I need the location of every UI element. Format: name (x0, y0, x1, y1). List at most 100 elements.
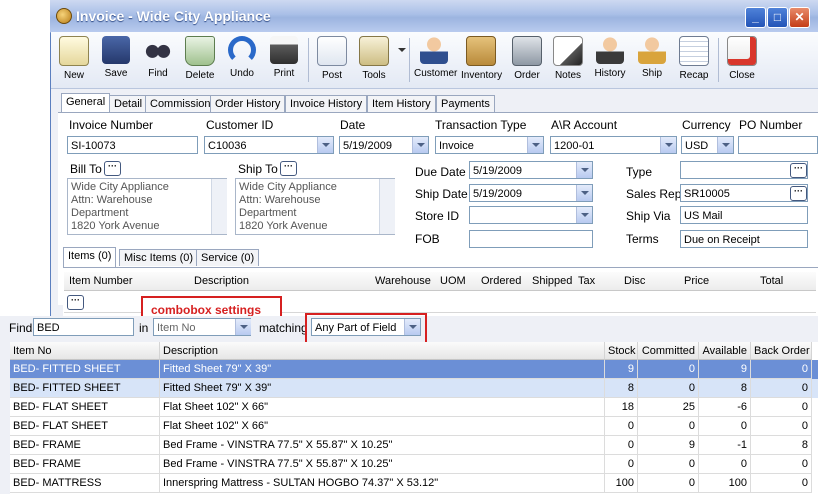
tab-general[interactable]: General (61, 93, 111, 113)
ship-button[interactable]: Ship (632, 34, 672, 86)
find-button[interactable]: Find (138, 34, 178, 86)
customer-button[interactable]: Customer (414, 34, 457, 86)
invoice-number-field[interactable]: SI-10073 (67, 136, 198, 154)
results-row[interactable]: BED- FITTED SHEET Fitted Sheet 79" X 39" 9… (10, 360, 818, 379)
sales-rep-lookup-button[interactable]: ··· (790, 186, 807, 201)
transaction-type-dropdown-icon[interactable] (527, 137, 543, 153)
item-number-header[interactable]: Item Number (69, 273, 133, 289)
tab-order-history[interactable]: Order History (210, 95, 286, 112)
item-no-cell: BED- FLAT SHEET (10, 398, 160, 417)
minimize-button[interactable]: _ (745, 7, 766, 28)
tax-header[interactable]: Tax (578, 273, 595, 289)
inventory-button[interactable]: Inventory (461, 34, 502, 86)
available-cell: -1 (699, 436, 751, 455)
results-column-stock[interactable]: Stock (605, 342, 638, 360)
type-field[interactable] (680, 161, 808, 179)
results-row[interactable]: BED- MATTRESS Innerspring Mattress - SULT… (10, 474, 818, 493)
close-window-button[interactable]: ✕ (789, 7, 810, 28)
results-column-item-no[interactable]: Item No (10, 342, 160, 360)
ship-to-line: Wide City Appliance (239, 181, 337, 193)
results-column-back-order[interactable]: Back Order (751, 342, 812, 360)
customer-id-dropdown-icon[interactable] (317, 137, 333, 153)
ship-to-line: Attn: Warehouse (239, 194, 321, 206)
close-button[interactable]: Close (722, 34, 762, 86)
date-dropdown-icon[interactable] (412, 137, 428, 153)
warehouse-header[interactable]: Warehouse (375, 273, 431, 289)
new-button[interactable]: New (54, 34, 94, 86)
maximize-button[interactable]: □ (767, 7, 788, 28)
ship-to-address-box[interactable]: Wide City Appliance Attn: Warehouse Depa… (235, 178, 395, 235)
stock-cell: 8 (605, 379, 638, 398)
po-number-field[interactable] (738, 136, 818, 154)
results-row[interactable]: BED- FLAT SHEET Flat Sheet 102" X 66" 18 25… (10, 398, 818, 417)
description-header[interactable]: Description (194, 273, 249, 289)
tab-service[interactable]: Service (0) (196, 249, 260, 266)
uom-header[interactable]: UOM (440, 273, 466, 289)
ar-account-dropdown-icon[interactable] (660, 137, 676, 153)
tab-item-history[interactable]: Item History (367, 95, 436, 112)
shipped-header[interactable]: Shipped (532, 273, 572, 289)
description-cell: Bed Frame - VINSTRA 77.5" X 55.87" X 10.… (160, 455, 605, 474)
recap-ledger-icon (679, 36, 709, 66)
available-cell: 100 (699, 474, 751, 493)
results-column-description[interactable]: Description (160, 342, 605, 360)
price-header[interactable]: Price (684, 273, 709, 289)
results-row[interactable]: BED- FRAME Bed Frame - VINSTRA 77.5" X 55… (10, 436, 818, 455)
tools-button[interactable]: Tools (354, 34, 394, 86)
find-input[interactable]: BED (33, 318, 134, 336)
search-column-dropdown-icon[interactable] (235, 319, 251, 335)
tools-dropdown-arrow-icon[interactable] (398, 48, 406, 52)
ar-account-combobox[interactable]: 1200-01 (550, 136, 677, 154)
results-column-available[interactable]: Available (699, 342, 751, 360)
bill-to-scrollbar[interactable] (211, 179, 227, 234)
history-button[interactable]: History (590, 34, 630, 86)
currency-label: Currency (682, 118, 731, 132)
tab-payments[interactable]: Payments (436, 95, 495, 112)
undo-button[interactable]: Undo (222, 34, 262, 86)
tab-misc-items[interactable]: Misc Items (0) (119, 249, 199, 266)
bill-to-label: Bill To (70, 162, 102, 176)
ordered-header[interactable]: Ordered (481, 273, 521, 289)
ship-to-scrollbar[interactable] (379, 179, 395, 234)
post-button[interactable]: Post (312, 34, 352, 86)
due-date-field[interactable]: 5/19/2009 (469, 161, 593, 179)
recap-button[interactable]: Recap (674, 34, 714, 86)
window-title: Invoice - Wide City Appliance (76, 8, 271, 24)
print-button[interactable]: Print (264, 34, 304, 86)
delete-button[interactable]: Delete (180, 34, 220, 86)
currency-dropdown-icon[interactable] (717, 137, 733, 153)
transaction-type-label: Transaction Type (435, 118, 527, 132)
tab-detail[interactable]: Detail (109, 95, 148, 112)
results-row[interactable]: BED- FLAT SHEET Flat Sheet 102" X 66" 0 0 0 0 (10, 417, 818, 436)
ship-date-dropdown-icon[interactable] (576, 185, 592, 201)
customer-id-combobox[interactable]: C10036 (204, 136, 334, 154)
store-id-dropdown-icon[interactable] (576, 207, 592, 223)
notes-button[interactable]: Notes (548, 34, 588, 86)
fob-field[interactable] (469, 230, 593, 248)
results-column-committed[interactable]: Committed (638, 342, 699, 360)
tab-commission[interactable]: Commission (145, 95, 216, 112)
tab-items[interactable]: Items (0) (63, 247, 117, 267)
store-id-combobox[interactable] (469, 206, 593, 224)
bill-to-lookup-button[interactable]: ··· (104, 161, 121, 176)
bill-to-address-box[interactable]: Wide City Appliance Attn: Warehouse Depa… (67, 178, 227, 235)
results-row[interactable]: BED- FITTED SHEET Fitted Sheet 79" X 39" 8… (10, 379, 818, 398)
type-lookup-button[interactable]: ··· (790, 163, 807, 178)
committed-cell: 0 (638, 455, 699, 474)
results-row[interactable]: BED- FRAME Bed Frame - VINSTRA 77.5" X 55… (10, 455, 818, 474)
ship-via-field[interactable]: US Mail (680, 206, 808, 224)
total-header[interactable]: Total (760, 273, 783, 289)
disc-header[interactable]: Disc (624, 273, 645, 289)
due-date-dropdown-icon[interactable] (576, 162, 592, 178)
ship-to-line: 1820 York Avenue (239, 220, 328, 232)
save-button[interactable]: Save (96, 34, 136, 86)
back-order-cell: 0 (751, 379, 812, 398)
committed-cell: 0 (638, 379, 699, 398)
sales-rep-field[interactable]: SR10005 (680, 184, 808, 202)
terms-field[interactable]: Due on Receipt (680, 230, 808, 248)
order-button[interactable]: Order (507, 34, 547, 86)
matching-mode-dropdown-icon[interactable] (404, 319, 420, 335)
ship-to-lookup-button[interactable]: ··· (280, 161, 297, 176)
tab-invoice-history[interactable]: Invoice History (285, 95, 368, 112)
ship-date-field[interactable]: 5/19/2009 (469, 184, 593, 202)
